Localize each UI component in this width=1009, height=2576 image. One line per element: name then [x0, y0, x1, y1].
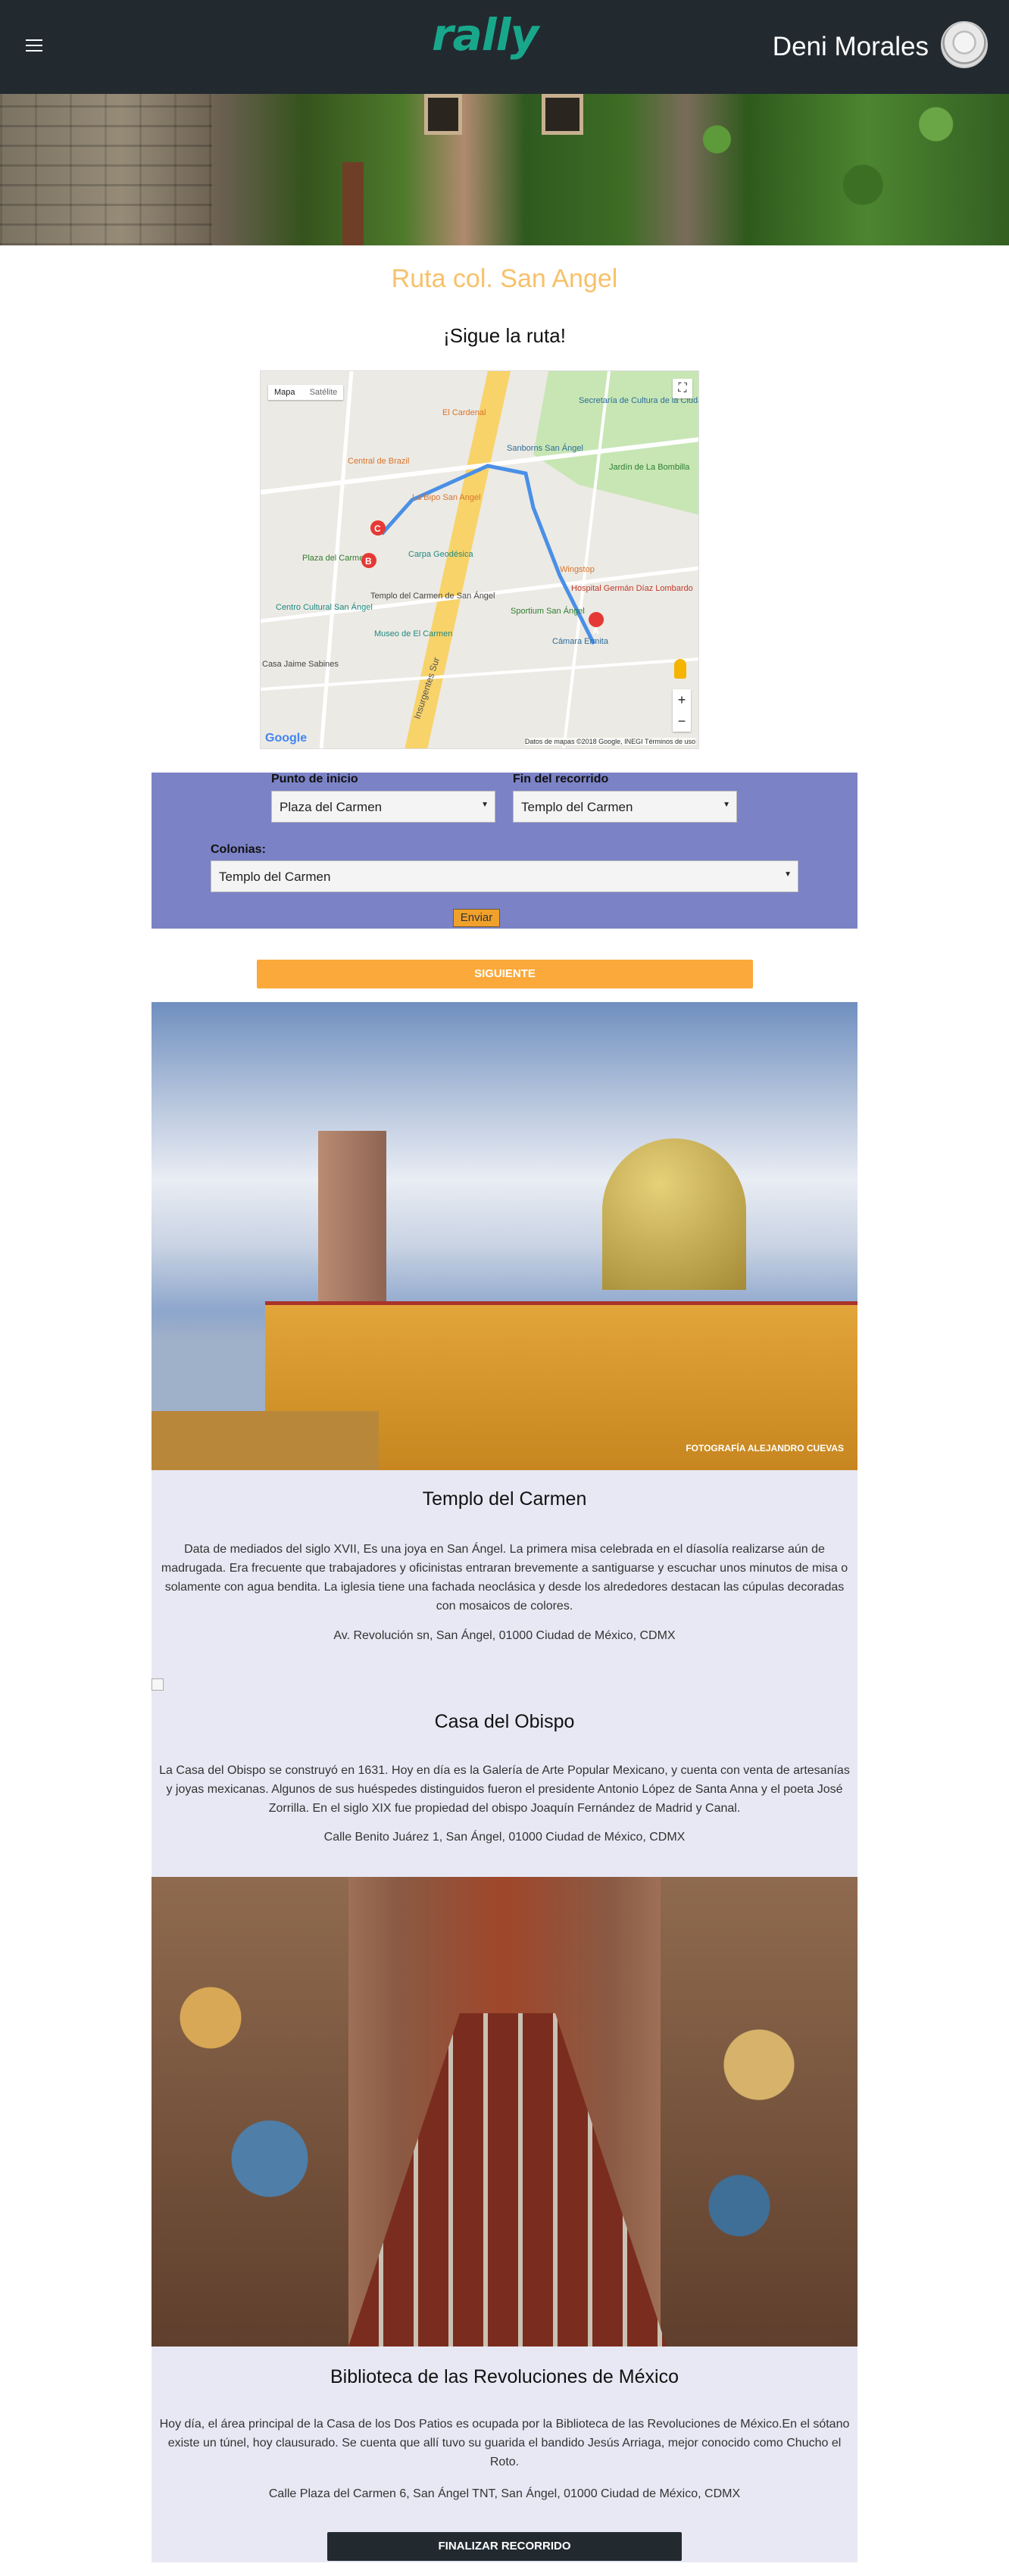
map-marker-c[interactable]: C: [370, 520, 386, 535]
map-marker-b[interactable]: B: [361, 553, 376, 568]
map-label: Casa Jaime Sabines: [262, 660, 339, 669]
svg-text:C: C: [374, 523, 381, 534]
user-avatar[interactable]: [941, 21, 988, 68]
map-label: Hospital Germán Díaz Lombardo: [571, 584, 693, 593]
place-card-obispo: Casa del Obispo La Casa del Obispo se co…: [152, 1667, 857, 1877]
top-navbar: rally Deni Morales: [0, 0, 1009, 94]
svg-text:B: B: [365, 556, 372, 567]
colonias-label: Colonias:: [211, 843, 266, 856]
photo-watermark: FOTOGRAFÍA ALEJANDRO CUEVAS: [686, 1443, 844, 1453]
biblioteca-photo: [152, 1877, 857, 2347]
place-address: Av. Revolución sn, San Ángel, 01000 Ciud…: [333, 1629, 676, 1642]
zoom-in-icon[interactable]: +: [673, 689, 691, 710]
map-label: Jardín de La Bombilla: [609, 463, 690, 472]
map-label: Cámara Ermita: [552, 637, 609, 646]
place-title: Templo del Carmen: [422, 1488, 587, 1510]
map-label: Carpa Geodésica: [408, 550, 473, 559]
svg-text:A: A: [592, 626, 599, 636]
place-card-templo: Templo del Carmen Data de mediados del s…: [152, 1470, 857, 1667]
map-label: El Cardenal: [442, 408, 486, 417]
pegman-icon[interactable]: [674, 659, 686, 679]
colonias-select[interactable]: Templo del Carmen ▼: [211, 860, 798, 892]
next-button[interactable]: SIGUIENTE: [257, 960, 753, 988]
start-label: Punto de inicio: [271, 773, 358, 785]
map-type-map[interactable]: Mapa: [274, 388, 295, 397]
place-description: Data de mediados del siglo XVII, Es una …: [161, 1543, 848, 1613]
templo-del-carmen-photo: FOTOGRAFÍA ALEJANDRO CUEVAS: [152, 1002, 857, 1470]
finish-tour-button[interactable]: FINALIZAR RECORRIDO: [327, 2532, 682, 2561]
fullscreen-icon[interactable]: ⛶: [673, 379, 692, 398]
place-card-biblioteca: Biblioteca de las Revoluciones de México…: [152, 2347, 857, 2562]
broken-image-icon: [152, 1678, 164, 1691]
map-type-toggle[interactable]: Mapa Satélite: [268, 385, 344, 400]
map-label: Central de Brazil: [348, 457, 409, 466]
place-title: Casa del Obispo: [434, 1711, 575, 1732]
map-label: La Bipo San Angel: [412, 493, 481, 502]
place-title: Biblioteca de las Revoluciones de México: [330, 2366, 679, 2387]
user-name: Deni Morales: [772, 32, 929, 61]
map-label: Plaza del Carmen: [302, 554, 368, 563]
place-description: La Casa del Obispo se construyó en 1631.…: [159, 1764, 850, 1815]
map-credit[interactable]: Datos de mapas ©2018 Google, INEGI Térmi…: [524, 738, 695, 745]
zoom-control[interactable]: + −: [673, 689, 691, 732]
route-subtitle: ¡Sigue la ruta!: [443, 324, 566, 347]
start-select[interactable]: Plaza del Carmen ▼: [271, 791, 495, 823]
dropdown-arrow-icon: ▼: [481, 801, 489, 809]
dropdown-arrow-icon: ▼: [723, 801, 730, 809]
route-map[interactable]: El Cardenal Central de Brazil La Bipo Sa…: [260, 370, 699, 749]
map-label: Wingstop: [560, 565, 595, 574]
map-label: Centro Cultural San Ángel: [276, 602, 373, 612]
map-label: Museo de El Carmen: [374, 629, 452, 639]
route-title: Ruta col. San Angel: [391, 264, 618, 293]
end-select[interactable]: Templo del Carmen ▼: [513, 791, 737, 823]
end-label: Fin del recorrido: [513, 773, 609, 785]
place-address: Calle Plaza del Carmen 6, San Ángel TNT,…: [268, 2487, 741, 2500]
rally-logo[interactable]: rally: [432, 9, 539, 61]
place-address: Calle Benito Juárez 1, San Ángel, 01000 …: [323, 1831, 686, 1844]
zoom-out-icon[interactable]: −: [673, 710, 691, 732]
hamburger-menu-icon[interactable]: [26, 39, 42, 53]
place-description: Hoy día, el área principal de la Casa de…: [159, 2418, 850, 2468]
dropdown-arrow-icon: ▼: [784, 870, 792, 879]
route-form: Punto de inicio Plaza del Carmen ▼ Fin de…: [152, 773, 857, 929]
send-button[interactable]: Enviar: [453, 909, 500, 927]
map-label: Templo del Carmen de San Ángel: [370, 591, 495, 601]
map-label: Sportium San Ángel: [511, 606, 585, 616]
map-type-satellite[interactable]: Satélite: [310, 388, 338, 397]
google-logo: Google: [265, 732, 308, 745]
hero-banner-image: [0, 94, 1009, 245]
map-label: Sanborns San Ángel: [507, 443, 583, 453]
